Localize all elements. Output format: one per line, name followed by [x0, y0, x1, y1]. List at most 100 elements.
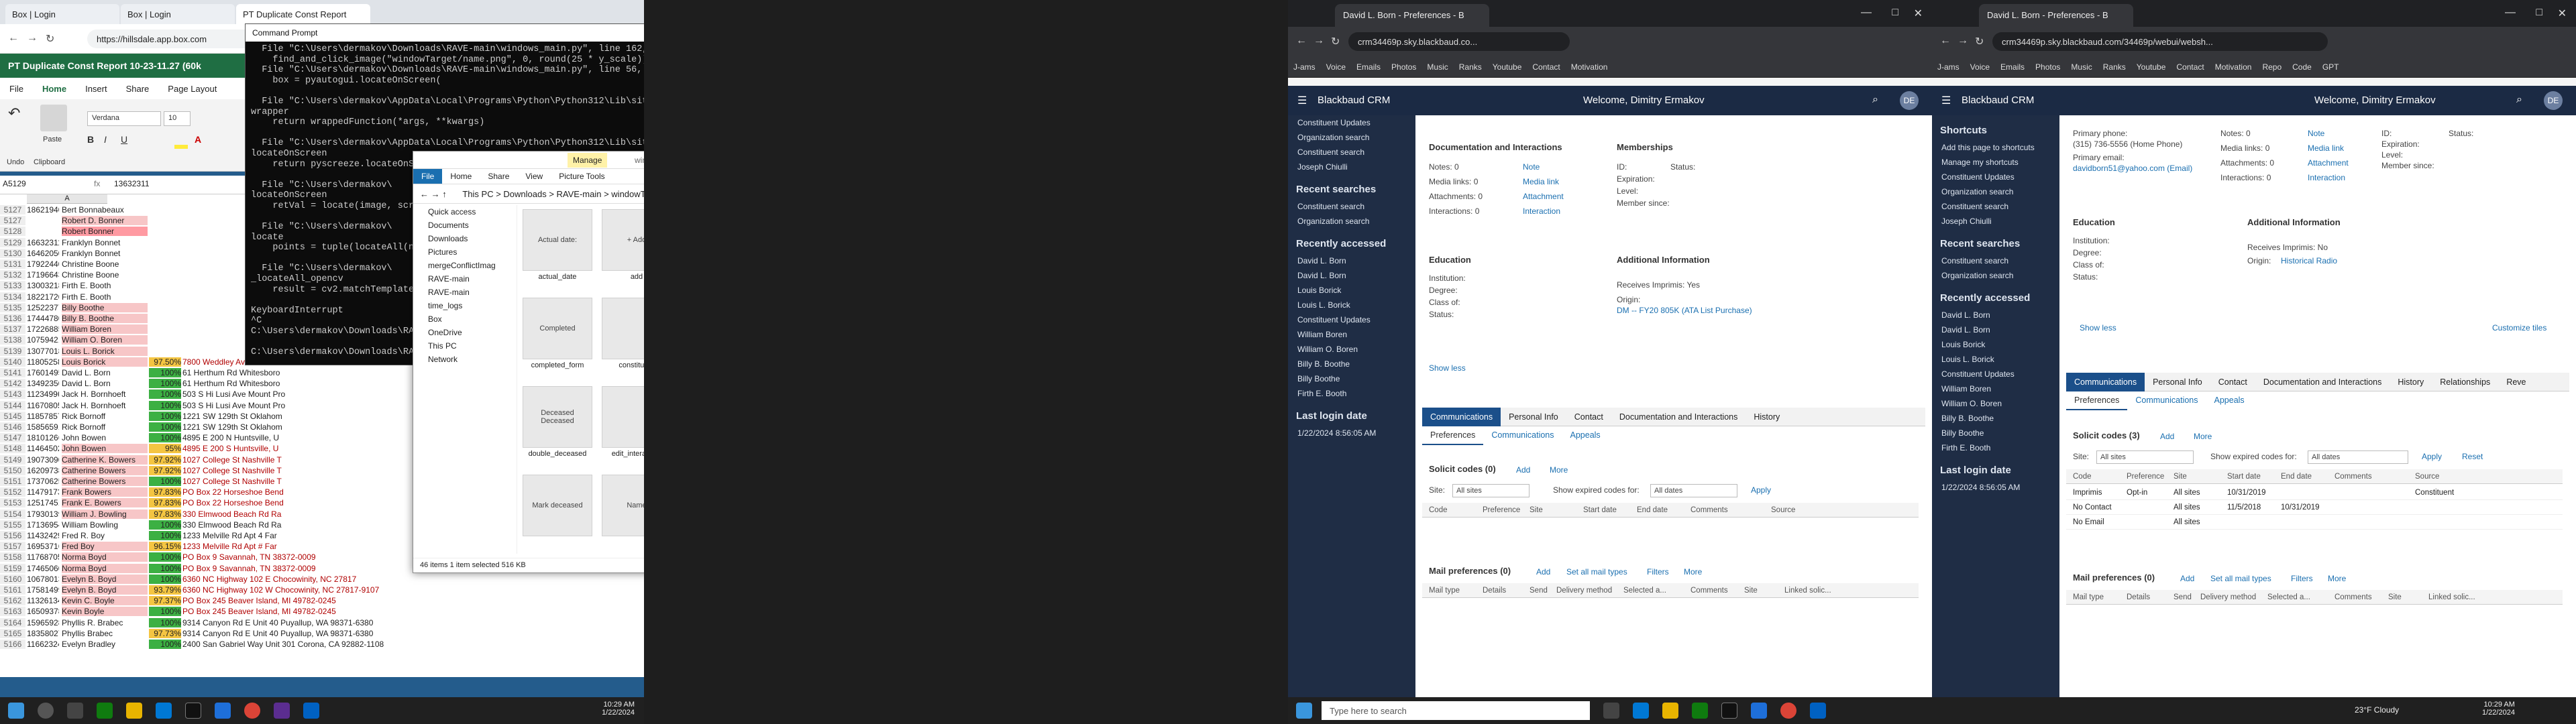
cell-address[interactable]: 330 Elmwood Beach Rd Ra — [182, 509, 451, 519]
cell-name[interactable]: Billy Boothe — [62, 302, 148, 312]
show-less-link[interactable]: Show less — [2080, 323, 2116, 333]
cell-match[interactable]: 95% — [149, 444, 181, 454]
windows-start-icon[interactable] — [1296, 703, 1312, 719]
sub-tab[interactable]: Preferences — [1422, 426, 1484, 445]
row-number[interactable]: 5136 — [0, 314, 25, 323]
file-item[interactable]: Mark deceased — [521, 475, 594, 554]
cell-id[interactable]: 18221720 — [27, 292, 59, 302]
explorer-taskbar-icon[interactable] — [126, 703, 142, 719]
manage-tab[interactable]: Manage — [568, 153, 608, 168]
bookmark-item[interactable]: Voice — [1965, 56, 1995, 78]
apply-button[interactable]: Apply — [1751, 485, 1771, 495]
sub-tab[interactable]: Appeals — [2206, 391, 2253, 409]
recent-record-link[interactable]: Billy B. Boothe — [1932, 411, 2059, 426]
cell-address[interactable]: 61 Herthum Rd Whitesboro — [182, 368, 451, 377]
bookmark-item[interactable]: Music — [2065, 56, 2097, 78]
file-item[interactable]: constituent — [600, 298, 644, 385]
browser-tab-box-login-2[interactable]: Box | Login — [121, 4, 235, 24]
back-icon[interactable]: ← — [1296, 35, 1307, 47]
more-button[interactable]: More — [1684, 567, 1702, 577]
cell-address[interactable]: 330 Elmwood Beach Rd Ra — [182, 520, 451, 530]
cell-name[interactable]: Phyllis Brabec — [62, 628, 148, 638]
cell-match[interactable]: 100% — [149, 422, 181, 432]
row-number[interactable]: 5148 — [0, 444, 25, 454]
cell-name[interactable]: Jack H. Bornhoeft — [62, 389, 148, 400]
column-header[interactable]: Mail type — [1429, 587, 1460, 595]
bookmark-item[interactable]: Ranks — [1454, 56, 1487, 78]
row-number[interactable]: 5164 — [0, 617, 25, 627]
cell-match[interactable]: 100% — [149, 563, 181, 573]
cell-id[interactable]: 18358027 — [27, 629, 59, 638]
row-number[interactable]: 5155 — [0, 520, 25, 530]
back-icon[interactable]: ← → ↑ — [420, 189, 447, 199]
cell-match[interactable]: 100% — [149, 433, 181, 443]
bookmark-item[interactable]: Ranks — [2098, 56, 2131, 78]
cell-id[interactable]: 11479173 — [27, 487, 59, 497]
column-header[interactable]: Selected a... — [1623, 587, 1666, 595]
show-expired-checkbox[interactable]: Show expired codes for: — [2210, 452, 2297, 461]
cell-match[interactable]: 97.92% — [149, 465, 181, 475]
main-tab[interactable]: History — [1746, 408, 1788, 426]
bookmark-item[interactable]: Voice — [1321, 56, 1351, 78]
column-header[interactable]: Site — [1529, 506, 1543, 514]
cell-name[interactable]: Catherine Bowers — [62, 465, 148, 475]
recent-record-link[interactable]: William O. Boren — [1932, 396, 2059, 411]
cell-id[interactable]: 18101266 — [27, 433, 59, 442]
cell-id[interactable]: 11662324 — [27, 640, 59, 649]
cell-match[interactable]: 93.79% — [149, 585, 181, 595]
column-header[interactable]: Start date — [2227, 473, 2261, 481]
cell-name[interactable]: Franklyn Bonnet — [62, 248, 148, 258]
cell-name[interactable]: David L. Born — [62, 368, 148, 377]
add-mail-pref-button[interactable]: Add — [1536, 567, 1550, 577]
bookmark-item[interactable]: Youtube — [1487, 56, 1527, 78]
main-tab[interactable]: Contact — [1566, 408, 1611, 426]
back-icon[interactable]: ← — [1940, 35, 1951, 47]
search-icon[interactable] — [38, 703, 54, 719]
bookmark-item[interactable]: Photos — [1386, 56, 1421, 78]
paste-icon[interactable] — [40, 105, 67, 131]
set-all-mail-button[interactable]: Set all mail types — [2210, 574, 2271, 583]
recent-record-link[interactable]: David L. Born — [1932, 308, 2059, 322]
recent-search-link[interactable]: Organization search — [1932, 268, 2059, 283]
cell-name[interactable]: Christine Boone — [62, 270, 148, 280]
cell-address[interactable]: PO Box 9 Savannah, TN 38372-0009 — [182, 564, 451, 573]
sidebar-item[interactable]: Pictures — [413, 245, 517, 259]
cell-address[interactable]: PO Box 245 Beaver Island, MI 49782-0245 — [182, 596, 451, 605]
cell-name[interactable]: Catherine K. Bowers — [62, 455, 148, 465]
avatar[interactable]: DE — [2544, 91, 2563, 110]
column-header[interactable]: Code — [1429, 506, 1448, 514]
cell-name[interactable]: William J. Bowling — [62, 509, 148, 519]
set-all-mail-button[interactable]: Set all mail types — [1566, 567, 1627, 577]
row-number[interactable]: 5144 — [0, 400, 25, 410]
font-color-icon[interactable]: A — [195, 134, 201, 145]
row-number[interactable]: 5133 — [0, 281, 25, 291]
column-header[interactable]: Delivery method — [1556, 587, 1612, 595]
more-button[interactable]: More — [1550, 465, 1568, 475]
cell-id[interactable]: 16632311 — [27, 238, 59, 247]
primary-email-link[interactable]: davidborn51@yahoo.com (Email) — [2073, 164, 2192, 173]
blackbaud-taskbar-icon[interactable] — [303, 703, 319, 719]
bookmark-item[interactable]: Repo — [2257, 56, 2287, 78]
close-icon[interactable]: ✕ — [1914, 0, 1923, 27]
explorer-taskbar-icon[interactable] — [1662, 703, 1678, 719]
cell-id[interactable]: 17465060 — [27, 564, 59, 573]
cell-name[interactable]: William O. Boren — [62, 335, 148, 345]
main-tab[interactable]: History — [2390, 373, 2432, 391]
table-row[interactable]: 516415965928Phyllis R. Brabec100%9314 Ca… — [0, 617, 604, 629]
taskbar-search-input[interactable]: Type here to search — [1322, 701, 1590, 720]
reload-icon[interactable]: ↻ — [1331, 35, 1340, 48]
cell-match[interactable]: 97.83% — [149, 487, 181, 497]
cell-address[interactable]: 4895 E 200 S Huntsville, U — [182, 444, 451, 453]
column-header-a[interactable]: A — [27, 194, 107, 204]
shortcut-link[interactable]: Joseph Chiulli — [1932, 214, 2059, 229]
file-item[interactable]: Actual date: actual_date — [521, 209, 594, 296]
cell-id[interactable]: 17930139 — [27, 509, 59, 519]
site-select[interactable]: All sites — [2096, 450, 2194, 464]
browser-tab-box-login[interactable]: Box | Login — [5, 4, 119, 24]
row-number[interactable]: 5165 — [0, 628, 25, 638]
ribbon-tab-file[interactable]: File — [0, 78, 33, 100]
bookmark-item[interactable]: Music — [1421, 56, 1453, 78]
cell-match[interactable]: 100% — [149, 574, 181, 584]
cell-match[interactable]: 100% — [149, 411, 181, 421]
cell-match[interactable]: 100% — [149, 477, 181, 486]
